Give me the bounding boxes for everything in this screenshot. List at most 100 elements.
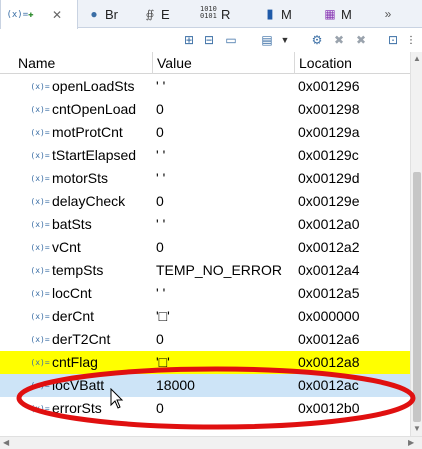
variable-value-cell[interactable]: ' ' bbox=[156, 75, 294, 98]
variable-icon: (x)= bbox=[32, 105, 50, 114]
variable-icon: (x)= bbox=[32, 358, 50, 367]
scroll-down-icon[interactable]: ▼ bbox=[413, 424, 421, 433]
variable-icon: (x)= bbox=[32, 404, 50, 413]
variable-value-cell[interactable]: ' ' bbox=[156, 167, 294, 190]
select-all-icon[interactable]: ▭ bbox=[222, 31, 240, 49]
variable-name-cell: (x)= cntFlag bbox=[32, 351, 152, 374]
variable-value-cell[interactable]: ' ' bbox=[156, 144, 294, 167]
variable-value-cell[interactable]: TEMP_NO_ERROR bbox=[156, 259, 294, 282]
table-row[interactable]: (x)= batSts ' ' 0x0012a0 bbox=[0, 213, 410, 236]
tab-variables[interactable]: (x)= ✚ ✕ bbox=[0, 0, 78, 29]
variable-location-cell: 0x0012a6 bbox=[298, 331, 360, 347]
variable-name-cell: (x)= derCnt bbox=[32, 305, 152, 328]
table-row[interactable]: (x)= locVBatt 18000 0x0012ac bbox=[0, 374, 410, 397]
variable-value-cell[interactable]: 0 bbox=[156, 121, 294, 144]
view-menu-button[interactable]: » bbox=[380, 0, 399, 28]
close-icon[interactable]: ✕ bbox=[52, 8, 62, 22]
scroll-right-icon[interactable]: ▶ bbox=[408, 438, 414, 447]
variable-value-cell[interactable]: '□' bbox=[156, 351, 294, 374]
variable-icon: (x)= bbox=[32, 82, 50, 91]
table-row[interactable]: (x)= cntOpenLoad 0 0x001298 bbox=[0, 98, 410, 121]
variable-icon: (x)= bbox=[32, 174, 50, 183]
table-row[interactable]: (x)= motProtCnt 0 0x00129a bbox=[0, 121, 410, 144]
variable-name: cntOpenLoad bbox=[52, 101, 137, 117]
chevron-down-icon[interactable]: ▼ bbox=[276, 31, 294, 49]
tab-breakpoints[interactable]: ● Br bbox=[86, 0, 118, 28]
table-row[interactable]: (x)= openLoadSts ' ' 0x001296 bbox=[0, 75, 410, 98]
variable-name: openLoadSts bbox=[52, 78, 135, 94]
horizontal-scrollbar[interactable]: ◀ ▶ bbox=[0, 436, 422, 449]
table-row[interactable]: (x)= tempSts TEMP_NO_ERROR 0x0012a4 bbox=[0, 259, 410, 282]
variable-name-cell: (x)= motorSts bbox=[32, 167, 152, 190]
show-type-names-icon[interactable]: ⊞ bbox=[180, 31, 198, 49]
scroll-left-icon[interactable]: ◀ bbox=[3, 438, 9, 447]
tab-expressions[interactable]: ∯ E bbox=[142, 0, 170, 28]
expressions-icon: ∯ bbox=[145, 8, 155, 21]
variable-location-cell: 0x00129a bbox=[298, 124, 360, 140]
variable-icon: (x)= bbox=[32, 312, 50, 321]
variable-name: motProtCnt bbox=[52, 124, 123, 140]
new-view-icon[interactable]: ⊡ bbox=[384, 31, 402, 49]
view-menu-icon[interactable]: ⋮ bbox=[402, 31, 420, 49]
tab-modules[interactable]: ▦ M bbox=[322, 0, 352, 28]
variable-value-cell[interactable]: 0 bbox=[156, 236, 294, 259]
variable-location-cell: 0x001296 bbox=[298, 78, 360, 94]
variable-value-cell[interactable]: 0 bbox=[156, 397, 294, 420]
variable-location-cell: 0x0012b0 bbox=[298, 400, 360, 416]
variable-name-cell: (x)= batSts bbox=[32, 213, 152, 236]
scrollbar-thumb[interactable] bbox=[413, 172, 421, 422]
table-row[interactable]: (x)= tStartElapsed ' ' 0x00129c bbox=[0, 144, 410, 167]
variable-icon: (x)= bbox=[32, 243, 50, 252]
table-row[interactable]: (x)= derT2Cnt 0 0x0012a6 bbox=[0, 328, 410, 351]
variable-icon: (x)= bbox=[32, 289, 50, 298]
tab-memory[interactable]: ▮ M bbox=[262, 0, 291, 28]
variable-value-cell[interactable]: 18000 bbox=[156, 374, 294, 397]
column-header-name[interactable]: Name bbox=[14, 52, 152, 74]
variable-name-cell: (x)= cntOpenLoad bbox=[32, 98, 152, 121]
variable-value-cell[interactable]: '□' bbox=[156, 305, 294, 328]
layout-icon[interactable]: ▤ bbox=[258, 31, 276, 49]
variable-value-cell[interactable]: 0 bbox=[156, 190, 294, 213]
variable-name: errorSts bbox=[52, 400, 102, 416]
add-global-variables-icon[interactable]: ⚙ bbox=[308, 31, 326, 49]
variable-name: cntFlag bbox=[52, 354, 98, 370]
overflow-chevron-icon: » bbox=[384, 7, 392, 21]
variables-icon: (x)= ✚ bbox=[6, 9, 34, 20]
table-row[interactable]: (x)= cntFlag '□' 0x0012a8 bbox=[0, 351, 410, 374]
variable-value-cell[interactable]: 0 bbox=[156, 328, 294, 351]
variable-name: derCnt bbox=[52, 308, 95, 324]
variable-location-cell: 0x0012a4 bbox=[298, 262, 360, 278]
table-row[interactable]: (x)= derCnt '□' 0x000000 bbox=[0, 305, 410, 328]
breakpoints-icon: ● bbox=[90, 7, 98, 21]
table-row[interactable]: (x)= motorSts ' ' 0x00129d bbox=[0, 167, 410, 190]
table-row[interactable]: (x)= vCnt 0 0x0012a2 bbox=[0, 236, 410, 259]
variable-name-cell: (x)= delayCheck bbox=[32, 190, 152, 213]
variable-icon: (x)= bbox=[32, 335, 50, 344]
variable-name-cell: (x)= vCnt bbox=[32, 236, 152, 259]
variable-name: motorSts bbox=[52, 170, 109, 186]
variable-value-cell[interactable]: ' ' bbox=[156, 213, 294, 236]
variable-icon: (x)= bbox=[32, 266, 50, 275]
variable-location-cell: 0x00129c bbox=[298, 147, 359, 163]
variable-value-cell[interactable]: 0 bbox=[156, 98, 294, 121]
variable-name-cell: (x)= motProtCnt bbox=[32, 121, 152, 144]
variable-value-cell[interactable]: ' ' bbox=[156, 282, 294, 305]
variable-name: tStartElapsed bbox=[52, 147, 137, 163]
collapse-all-icon[interactable]: ⊟ bbox=[200, 31, 218, 49]
column-header-value[interactable]: Value bbox=[152, 52, 294, 74]
variable-location-cell: 0x001298 bbox=[298, 101, 360, 117]
remove-global-variables-icon[interactable]: ✖ bbox=[330, 31, 348, 49]
tab-registers[interactable]: 1010 0101 R bbox=[200, 0, 230, 28]
view-toolbar: ⊞ ⊟ ▭ ▤ ▼ ⚙ ✖ ✖ ⊡ ⋮ bbox=[0, 29, 422, 51]
remove-all-global-variables-icon[interactable]: ✖ bbox=[352, 31, 370, 49]
table-row[interactable]: (x)= delayCheck 0 0x00129e bbox=[0, 190, 410, 213]
table-row[interactable]: (x)= errorSts 0 0x0012b0 bbox=[0, 397, 410, 420]
variable-name: derT2Cnt bbox=[52, 331, 111, 347]
modules-icon: ▦ bbox=[324, 7, 336, 21]
scroll-up-icon[interactable]: ▲ bbox=[413, 54, 421, 63]
vertical-scrollbar[interactable]: ▲ ▼ bbox=[410, 52, 422, 436]
table-row[interactable]: (x)= locCnt ' ' 0x0012a5 bbox=[0, 282, 410, 305]
column-header-location[interactable]: Location bbox=[294, 52, 410, 74]
variable-location-cell: 0x0012a8 bbox=[298, 354, 360, 370]
variable-name-cell: (x)= tempSts bbox=[32, 259, 152, 282]
